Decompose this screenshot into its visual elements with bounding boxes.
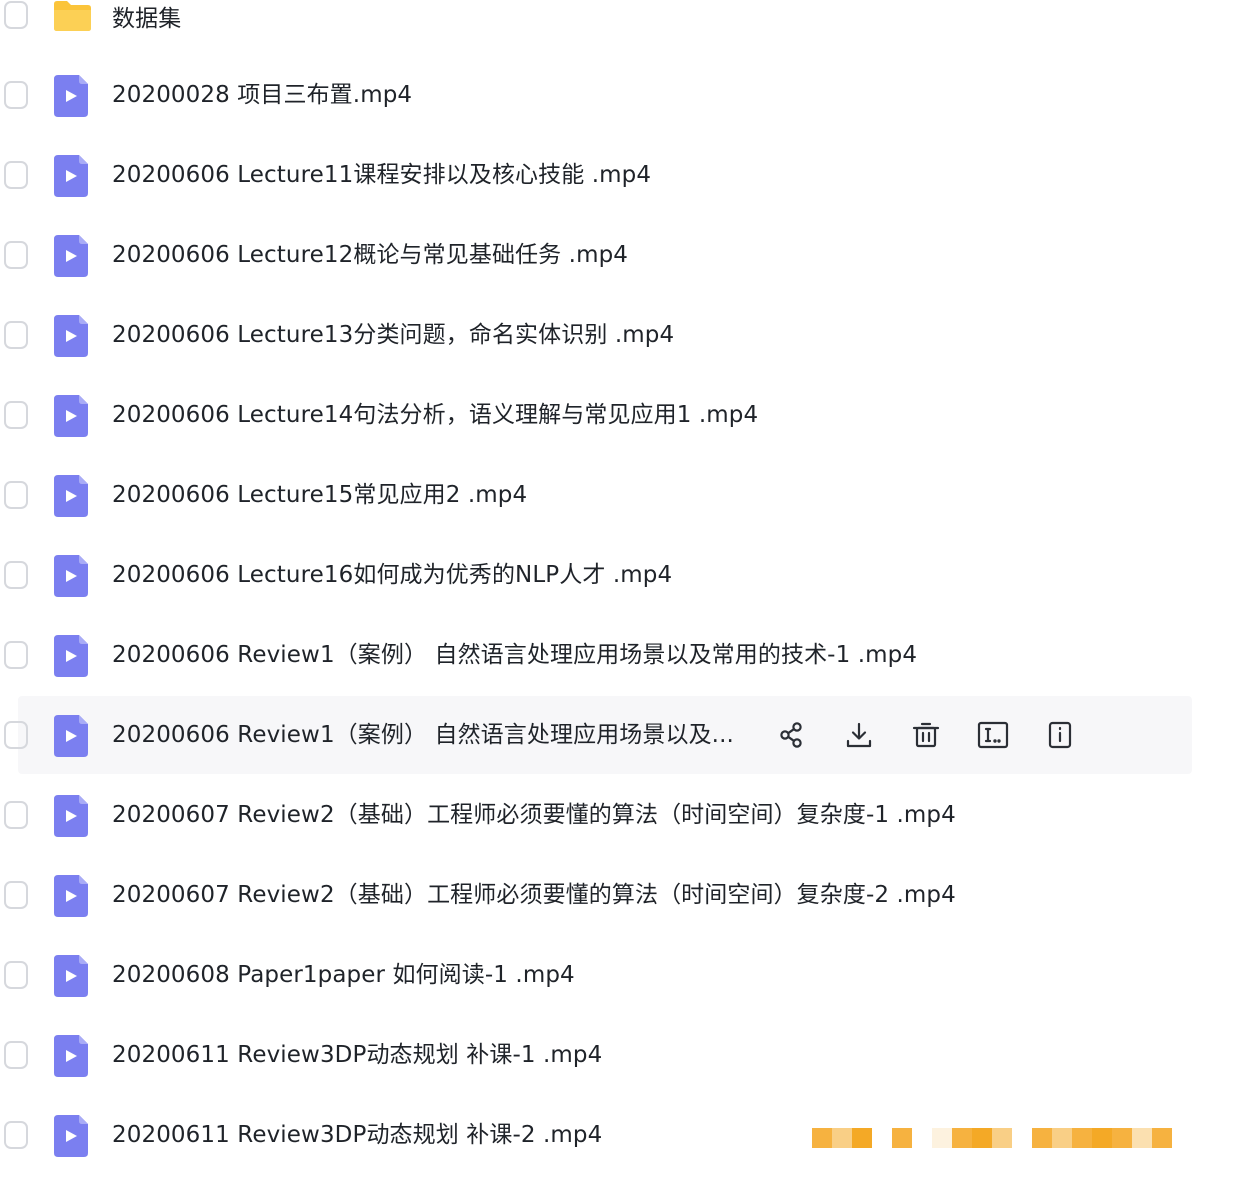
- row-checkbox[interactable]: [4, 641, 28, 669]
- row-checkbox[interactable]: [4, 401, 28, 429]
- row-checkbox[interactable]: [4, 881, 28, 909]
- row-checkbox[interactable]: [4, 561, 28, 589]
- file-name: 20200606 Lecture12概论与常见基础任务 .mp4: [112, 242, 629, 268]
- file-row[interactable]: 20200611 Review3DP动态规划 补课-1 .mp4: [4, 1016, 1192, 1094]
- file-row[interactable]: 20200606 Lecture12概论与常见基础任务 .mp4: [4, 216, 1192, 294]
- row-checkbox[interactable]: [4, 961, 28, 989]
- row-checkbox[interactable]: [4, 481, 28, 509]
- file-name: 20200611 Review3DP动态规划 补课-2 .mp4: [112, 1122, 603, 1148]
- row-checkbox[interactable]: [4, 801, 28, 829]
- video-file-icon: [54, 75, 88, 117]
- pixelated-watermark: [812, 1128, 1174, 1150]
- row-checkbox[interactable]: [4, 1041, 28, 1069]
- row-checkbox[interactable]: [4, 321, 28, 349]
- details-icon[interactable]: [1042, 717, 1078, 753]
- rename-icon[interactable]: [975, 717, 1011, 753]
- folder-icon: [52, 0, 92, 32]
- video-file-icon: [54, 875, 88, 917]
- folder-row[interactable]: 数据集: [4, 0, 1192, 54]
- file-row[interactable]: 20200028 项目三布置.mp4: [4, 56, 1192, 134]
- file-row[interactable]: 20200606 Lecture16如何成为优秀的NLP人才 .mp4: [4, 536, 1192, 614]
- file-name: 20200606 Review1（案例） 自然语言处理应用场景以及常用的技术-1…: [112, 642, 918, 668]
- download-icon[interactable]: [841, 717, 877, 753]
- share-icon[interactable]: [774, 717, 810, 753]
- row-checkbox[interactable]: [4, 721, 28, 749]
- file-name: 20200608 Paper1paper 如何阅读-1 .mp4: [112, 962, 575, 988]
- video-file-icon: [54, 715, 88, 757]
- file-name: 20200611 Review3DP动态规划 补课-1 .mp4: [112, 1042, 603, 1068]
- file-name: 20200606 Lecture16如何成为优秀的NLP人才 .mp4: [112, 562, 673, 588]
- file-row[interactable]: 20200607 Review2（基础）工程师必须要懂的算法（时间空间）复杂度-…: [4, 856, 1192, 934]
- file-name: 20200606 Lecture15常见应用2 .mp4: [112, 482, 528, 508]
- row-actions: [774, 717, 1109, 753]
- file-name: 20200606 Review1（案例） 自然语言处理应用场景以及...: [112, 722, 734, 748]
- video-file-icon: [54, 955, 88, 997]
- row-checkbox[interactable]: [4, 161, 28, 189]
- file-row[interactable]: 20200606 Lecture11课程安排以及核心技能 .mp4: [4, 136, 1192, 214]
- video-file-icon: [54, 155, 88, 197]
- video-file-icon: [54, 475, 88, 517]
- file-row[interactable]: 20200607 Review2（基础）工程师必须要懂的算法（时间空间）复杂度-…: [4, 776, 1192, 854]
- file-row[interactable]: 20200606 Lecture13分类问题，命名实体识别 .mp4: [4, 296, 1192, 374]
- video-file-icon: [54, 795, 88, 837]
- file-row[interactable]: 20200608 Paper1paper 如何阅读-1 .mp4: [4, 936, 1192, 1014]
- video-file-icon: [54, 395, 88, 437]
- file-name: 20200606 Lecture14句法分析，语义理解与常见应用1 .mp4: [112, 402, 759, 428]
- delete-icon[interactable]: [908, 717, 944, 753]
- row-checkbox[interactable]: [4, 1, 28, 29]
- row-checkbox[interactable]: [4, 241, 28, 269]
- video-file-icon: [54, 1115, 88, 1157]
- video-file-icon: [54, 235, 88, 277]
- row-checkbox[interactable]: [4, 1121, 28, 1149]
- video-file-icon: [54, 635, 88, 677]
- video-file-icon: [54, 1035, 88, 1077]
- file-row-hovered[interactable]: 20200606 Review1（案例） 自然语言处理应用场景以及...: [4, 696, 1192, 774]
- file-row[interactable]: 20200606 Lecture14句法分析，语义理解与常见应用1 .mp4: [4, 376, 1192, 454]
- file-name: 20200607 Review2（基础）工程师必须要懂的算法（时间空间）复杂度-…: [112, 802, 956, 828]
- video-file-icon: [54, 555, 88, 597]
- video-file-icon: [54, 315, 88, 357]
- file-name: 20200606 Lecture13分类问题，命名实体识别 .mp4: [112, 322, 675, 348]
- file-row[interactable]: 20200606 Review1（案例） 自然语言处理应用场景以及常用的技术-1…: [4, 616, 1192, 694]
- folder-name: 数据集: [112, 6, 182, 32]
- file-list: 数据集 20200028 项目三布置.mp4 20200606 Lecture1…: [0, 0, 1246, 1184]
- file-name: 20200028 项目三布置.mp4: [112, 82, 413, 108]
- file-row[interactable]: 20200606 Lecture15常见应用2 .mp4: [4, 456, 1192, 534]
- row-checkbox[interactable]: [4, 81, 28, 109]
- file-name: 20200606 Lecture11课程安排以及核心技能 .mp4: [112, 162, 652, 188]
- file-name: 20200607 Review2（基础）工程师必须要懂的算法（时间空间）复杂度-…: [112, 882, 956, 908]
